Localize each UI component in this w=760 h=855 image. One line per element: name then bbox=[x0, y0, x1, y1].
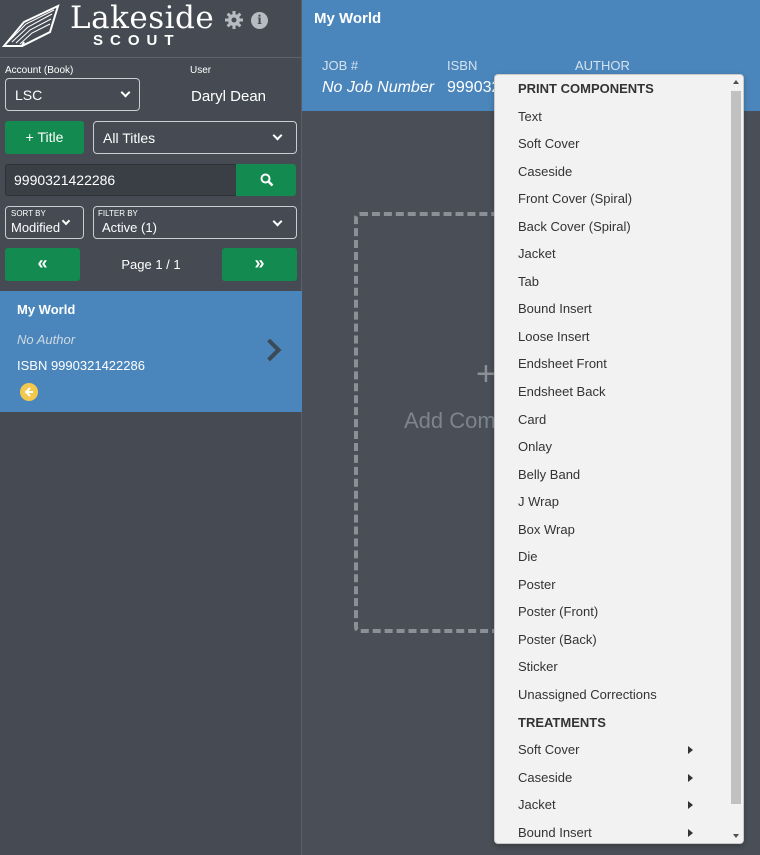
filter-select[interactable]: FILTER BY Active (1) bbox=[93, 206, 297, 239]
menu-item-card[interactable]: Card bbox=[495, 406, 731, 434]
menu-item-back-cover-spiral[interactable]: Back Cover (Spiral) bbox=[495, 213, 731, 241]
book-logo-icon bbox=[2, 4, 60, 47]
menu-item-caseside[interactable]: Caseside bbox=[495, 158, 731, 186]
isbn-label: ISBN bbox=[447, 58, 478, 73]
menu-item-poster[interactable]: Poster bbox=[495, 571, 731, 599]
chevron-down-icon bbox=[272, 130, 283, 141]
logo-area: Lakeside SCOUT i bbox=[0, 0, 302, 58]
menu-item-box-wrap[interactable]: Box Wrap bbox=[495, 516, 731, 544]
menu-item-bound-insert[interactable]: Bound Insert bbox=[495, 295, 731, 323]
treatment-item-label: Caseside bbox=[518, 769, 573, 785]
menu-item-tab[interactable]: Tab bbox=[495, 268, 731, 296]
sort-select[interactable]: SORT BY Modified bbox=[5, 206, 84, 239]
account-select-value: LSC bbox=[15, 86, 43, 103]
caret-right-icon bbox=[688, 828, 693, 837]
print-components-header: PRINT COMPONENTS bbox=[518, 81, 654, 96]
menu-item-sticker[interactable]: Sticker bbox=[495, 653, 731, 681]
search-button[interactable] bbox=[236, 164, 296, 196]
menu-item-loose-insert[interactable]: Loose Insert bbox=[495, 323, 731, 351]
treatment-item-bound-insert[interactable]: Bound Insert bbox=[495, 819, 731, 843]
app-window: Lakeside SCOUT i Account (Book) User LSC bbox=[0, 0, 760, 855]
menu-item-endsheet-front[interactable]: Endsheet Front bbox=[495, 350, 731, 378]
job-value: No Job Number bbox=[322, 79, 435, 96]
brand-name: Lakeside bbox=[70, 0, 215, 36]
next-page-button[interactable]: » bbox=[222, 248, 297, 281]
account-select[interactable]: LSC bbox=[5, 78, 140, 111]
titles-filter-select[interactable]: All Titles bbox=[93, 121, 297, 154]
info-icon[interactable]: i bbox=[251, 12, 268, 29]
gear-icon[interactable] bbox=[225, 11, 243, 29]
add-title-button[interactable]: + Title bbox=[5, 121, 84, 154]
treatments-header: TREATMENTS bbox=[518, 714, 606, 730]
page-title: My World bbox=[314, 10, 382, 27]
card-title: My World bbox=[17, 302, 76, 317]
menu-scrollbar[interactable] bbox=[729, 75, 743, 843]
sort-value: Modified bbox=[11, 220, 61, 235]
add-plus-icon: + bbox=[476, 355, 496, 393]
menu-item-poster-front[interactable]: Poster (Front) bbox=[495, 598, 731, 626]
user-name: Daryl Dean bbox=[191, 88, 267, 105]
treatment-item-soft-cover[interactable]: Soft Cover bbox=[495, 736, 731, 764]
title-list-item[interactable]: My World No Author ISBN 9990321422286 bbox=[0, 291, 302, 412]
scroll-thumb[interactable] bbox=[731, 91, 741, 804]
scroll-down-icon[interactable] bbox=[733, 834, 739, 838]
menu-item-onlay[interactable]: Onlay bbox=[495, 433, 731, 461]
search-icon bbox=[260, 173, 274, 187]
caret-right-icon bbox=[688, 746, 693, 755]
scroll-up-icon[interactable] bbox=[733, 80, 739, 84]
treatment-item-label: Jacket bbox=[518, 797, 556, 813]
menu-item-j-wrap[interactable]: J Wrap bbox=[495, 488, 731, 516]
filter-value: Active (1) bbox=[102, 220, 157, 235]
menu-item-poster-back[interactable]: Poster (Back) bbox=[495, 626, 731, 654]
isbn-value: 9990321422286 bbox=[447, 79, 495, 96]
titles-filter-value: All Titles bbox=[103, 129, 156, 146]
caret-right-icon bbox=[688, 801, 693, 810]
treatment-item-jacket[interactable]: Jacket bbox=[495, 791, 731, 819]
menu-item-soft-cover[interactable]: Soft Cover bbox=[495, 130, 731, 158]
menu-item-die[interactable]: Die bbox=[495, 543, 731, 571]
menu-item-unassigned-corrections[interactable]: Unassigned Corrections bbox=[495, 681, 731, 709]
chevron-down-icon bbox=[272, 216, 283, 227]
page-indicator: Page 1 / 1 bbox=[121, 257, 181, 272]
menu-item-endsheet-back[interactable]: Endsheet Back bbox=[495, 378, 731, 406]
caret-right-icon bbox=[688, 773, 693, 782]
user-label: User bbox=[190, 65, 212, 76]
menu-item-front-cover-spiral[interactable]: Front Cover (Spiral) bbox=[495, 185, 731, 213]
chevron-right-icon[interactable] bbox=[258, 338, 282, 362]
back-arrow-icon[interactable] bbox=[20, 383, 38, 401]
author-label: AUTHOR bbox=[575, 58, 630, 73]
filter-label: FILTER BY bbox=[98, 209, 138, 218]
prev-page-button[interactable]: « bbox=[5, 248, 80, 281]
treatment-item-label: Bound Insert bbox=[518, 824, 592, 840]
card-isbn: ISBN 9990321422286 bbox=[17, 358, 145, 373]
component-menu-list: PRINT COMPONENTS Text Soft Cover Casesid… bbox=[495, 75, 731, 843]
search-input[interactable]: 9990321422286 bbox=[5, 164, 238, 196]
menu-item-text[interactable]: Text bbox=[495, 103, 731, 131]
sort-label: SORT BY bbox=[11, 209, 46, 218]
brand-sub: SCOUT bbox=[93, 32, 181, 49]
card-author: No Author bbox=[17, 332, 76, 347]
sidebar: Lakeside SCOUT i Account (Book) User LSC bbox=[0, 0, 302, 855]
chevron-down-icon bbox=[120, 87, 131, 98]
treatment-item-caseside[interactable]: Caseside bbox=[495, 764, 731, 792]
chevron-down-icon bbox=[61, 216, 71, 226]
menu-item-jacket[interactable]: Jacket bbox=[495, 240, 731, 268]
job-label: JOB # bbox=[322, 58, 359, 73]
treatment-item-label: Soft Cover bbox=[518, 742, 580, 758]
menu-item-belly-band[interactable]: Belly Band bbox=[495, 461, 731, 489]
account-label: Account (Book) bbox=[5, 65, 74, 76]
component-menu[interactable]: PRINT COMPONENTS Text Soft Cover Casesid… bbox=[494, 74, 744, 844]
